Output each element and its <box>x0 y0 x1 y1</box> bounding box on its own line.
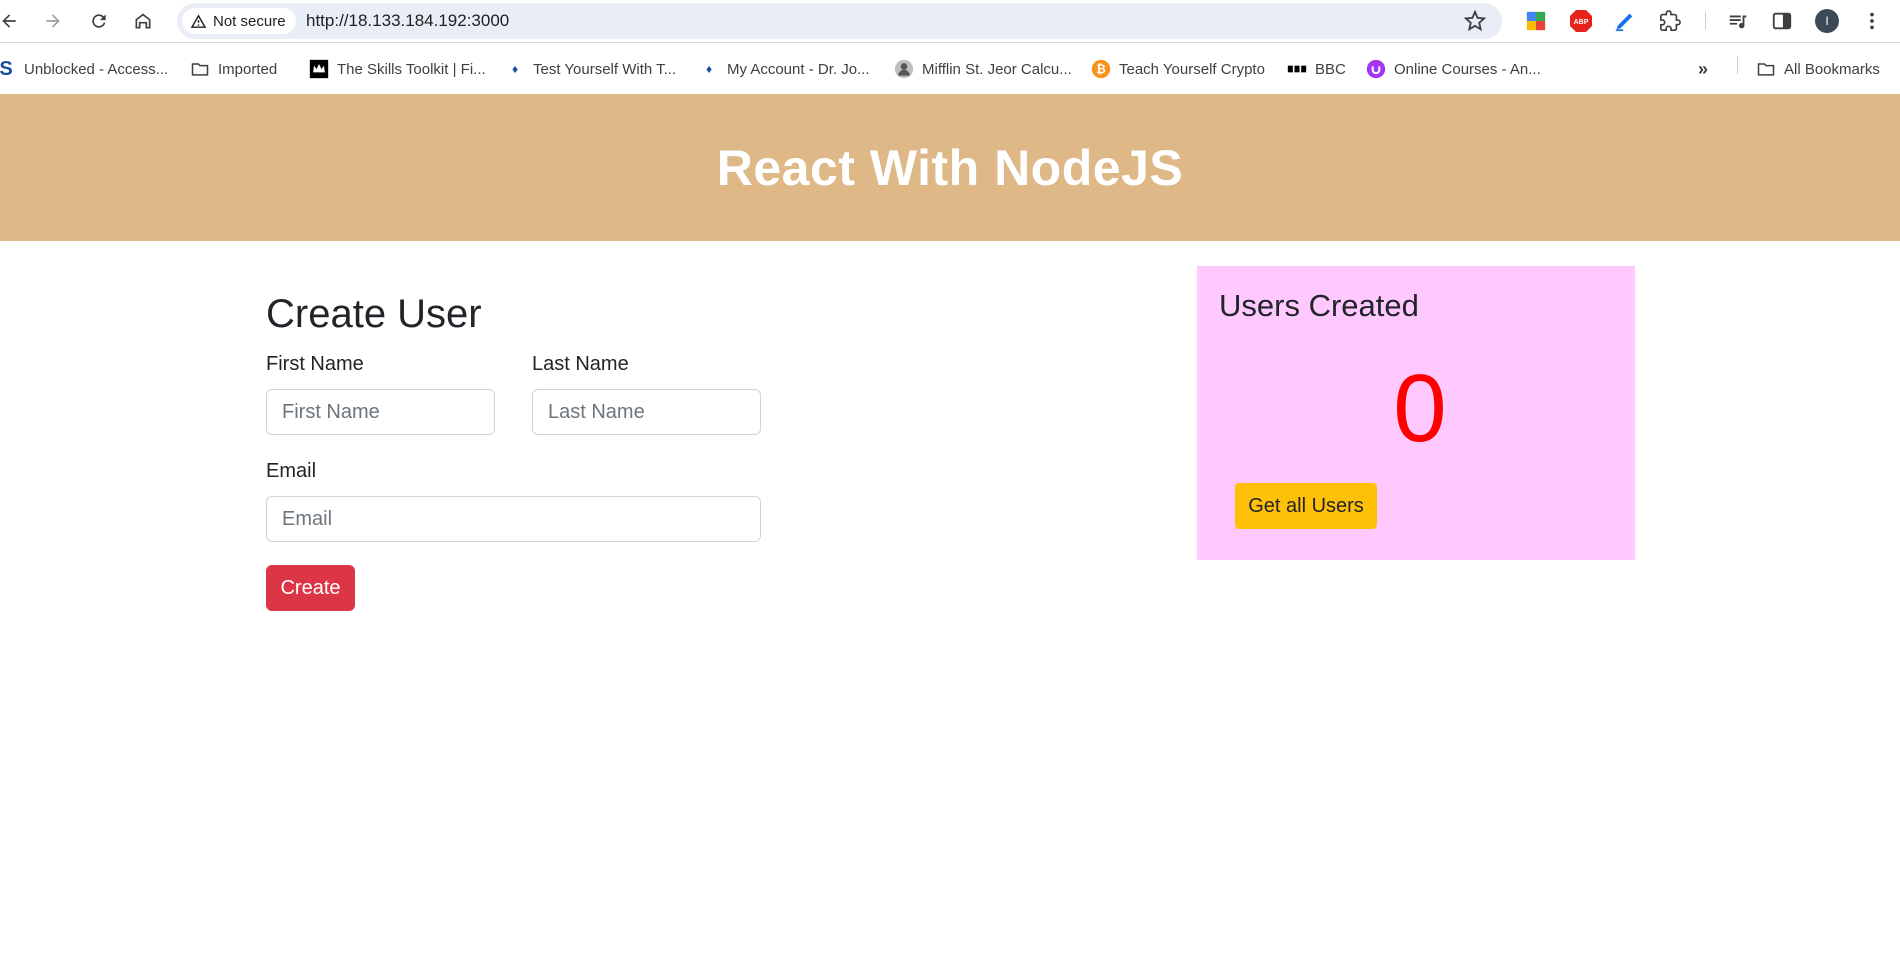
security-chip[interactable]: Not secure <box>182 8 296 34</box>
create-button[interactable]: Create <box>266 565 355 611</box>
bookmark-item[interactable]: ♦ Test Yourself With T... <box>505 58 676 80</box>
all-bookmarks-button[interactable]: All Bookmarks <box>1756 58 1880 80</box>
svg-text:ABP: ABP <box>1574 19 1589 26</box>
media-icon[interactable] <box>1726 9 1750 33</box>
bookmark-label: Unblocked - Access... <box>24 60 169 78</box>
bookmark-label: My Account - Dr. Jo... <box>727 60 870 78</box>
reload-icon <box>92 14 106 28</box>
create-user-title: Create User <box>266 292 482 336</box>
profile-avatar[interactable]: I <box>1815 9 1839 33</box>
all-bookmarks-label: All Bookmarks <box>1784 60 1880 78</box>
playstation-icon: ♦ <box>705 62 713 76</box>
playstation-icon: ♦ <box>511 62 519 76</box>
bookmark-item[interactable]: The Skills Toolkit | Fi... <box>309 58 486 80</box>
star-icon[interactable] <box>1464 10 1486 32</box>
translate-extension-icon[interactable] <box>1524 9 1548 33</box>
svg-text:₿: ₿ <box>1096 63 1106 76</box>
avatar-icon <box>894 59 914 79</box>
chevron-double-right-icon: » <box>1698 58 1709 79</box>
bookmarks-divider <box>1737 56 1738 74</box>
arrow-right-icon <box>46 14 60 28</box>
page-title: React With NodeJS <box>716 139 1184 196</box>
bookmark-label: BBC <box>1315 60 1346 78</box>
s-logo-icon: S <box>0 57 13 80</box>
folder-icon <box>190 59 210 79</box>
bbc-icon <box>1287 59 1307 79</box>
bookmark-label: Test Yourself With T... <box>533 60 677 78</box>
bookmark-label: Online Courses - An... <box>1394 60 1541 78</box>
bookmark-label: Teach Yourself Crypto <box>1119 60 1265 78</box>
bookmark-item[interactable]: S Unblocked - Access... <box>0 58 168 80</box>
email-label: Email <box>266 460 317 482</box>
browser-toolbar: Not secure http://18.133.184.192:3000 AB… <box>0 0 1900 42</box>
pen-extension-icon[interactable] <box>1613 9 1637 33</box>
bookmark-item[interactable]: ₿ Teach Yourself Crypto <box>1091 58 1265 80</box>
address-bar[interactable]: Not secure http://18.133.184.192:3000 <box>177 3 1502 39</box>
users-created-card: Users Created 0 Get all Users <box>1197 266 1635 560</box>
forward-button[interactable] <box>38 6 68 36</box>
more-bookmarks-button[interactable]: » <box>1698 58 1708 80</box>
bookmark-label: Mifflin St. Jeor Calcu... <box>922 60 1072 78</box>
side-panel-icon[interactable] <box>1770 9 1794 33</box>
last-name-label: Last Name <box>532 353 629 375</box>
bookmark-item[interactable]: ♦ My Account - Dr. Jo... <box>699 58 870 80</box>
page-header: React With NodeJS <box>0 94 1900 241</box>
first-name-label: First Name <box>266 353 364 375</box>
bookmark-item[interactable]: Online Courses - An... <box>1366 58 1541 80</box>
bookmark-folder[interactable]: Imported <box>190 58 277 80</box>
arrow-left-icon <box>2 14 16 28</box>
warning-icon <box>190 13 207 28</box>
bitcoin-icon: ₿ <box>1091 59 1111 79</box>
get-all-users-button[interactable]: Get all Users <box>1235 483 1377 529</box>
crown-icon <box>309 59 329 79</box>
back-button[interactable] <box>0 6 24 36</box>
url-text[interactable]: http://18.133.184.192:3000 <box>306 3 509 39</box>
puzzle-icon[interactable] <box>1658 9 1682 33</box>
menu-dots-icon[interactable] <box>1860 9 1884 33</box>
email-input[interactable] <box>266 496 761 542</box>
bookmarks-bar: S Unblocked - Access... Imported The Ski… <box>0 42 1900 95</box>
bookmark-label: The Skills Toolkit | Fi... <box>337 60 486 78</box>
users-created-title: Users Created <box>1219 288 1419 323</box>
home-icon <box>135 13 151 29</box>
toolbar-divider <box>1705 12 1706 30</box>
profile-initial: I <box>1815 9 1839 33</box>
bookmark-item[interactable]: Mifflin St. Jeor Calcu... <box>894 58 1072 80</box>
last-name-input[interactable] <box>532 389 761 435</box>
security-label: Not secure <box>213 12 286 30</box>
udemy-icon <box>1366 59 1386 79</box>
bookmark-label: Imported <box>218 60 278 78</box>
folder-icon <box>1756 59 1776 79</box>
first-name-input[interactable] <box>266 389 495 435</box>
users-count: 0 <box>1393 355 1447 462</box>
home-button[interactable] <box>128 6 158 36</box>
reload-button[interactable] <box>84 6 114 36</box>
adblock-extension-icon[interactable]: ABP <box>1569 9 1593 33</box>
bookmark-item[interactable]: BBC <box>1287 58 1346 80</box>
